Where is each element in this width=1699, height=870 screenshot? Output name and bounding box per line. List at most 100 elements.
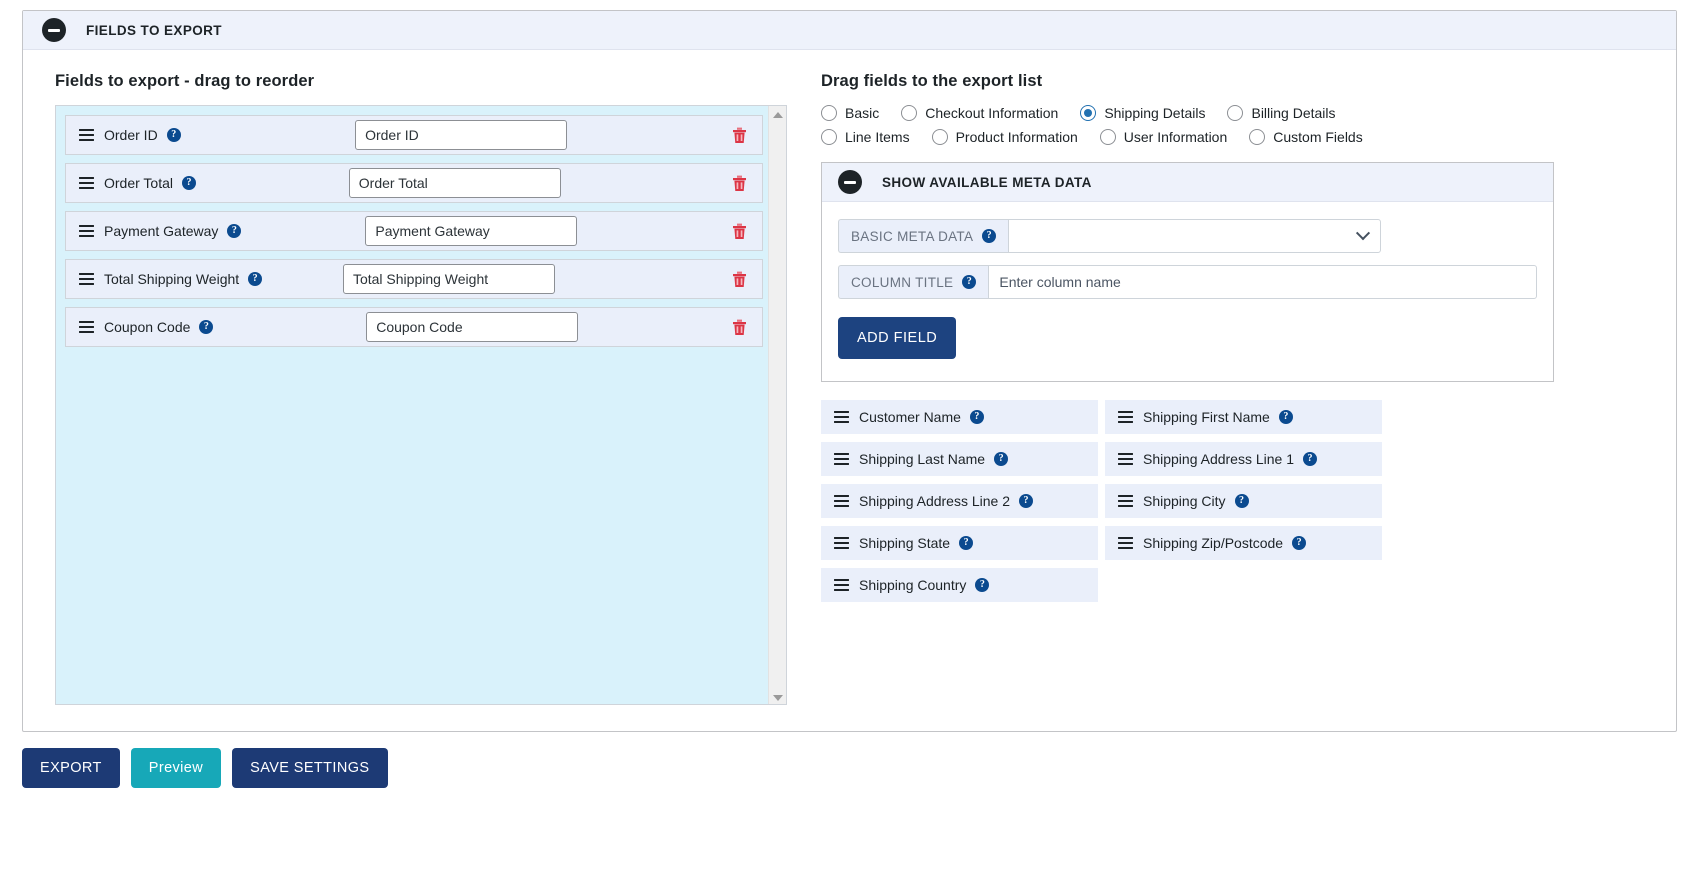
- radio-product-information[interactable]: Product Information: [931, 129, 1078, 145]
- meta-data-title: SHOW AVAILABLE META DATA: [882, 174, 1092, 190]
- minus-bar: [844, 180, 856, 184]
- scroll-down-arrow-icon[interactable]: [769, 689, 786, 704]
- available-field-chip[interactable]: Shipping Last Name?: [821, 442, 1098, 476]
- column-title-group: COLUMN TITLE ?: [838, 265, 1537, 299]
- drag-handle-icon[interactable]: [79, 177, 94, 189]
- radio-user-information[interactable]: User Information: [1099, 129, 1227, 145]
- minus-circle-icon[interactable]: [42, 18, 66, 42]
- help-icon[interactable]: ?: [959, 536, 974, 550]
- basic-meta-data-group: BASIC META DATA ?: [838, 219, 1537, 253]
- export-list-scrollbar[interactable]: [768, 106, 786, 704]
- radio-dot-icon[interactable]: [931, 129, 948, 145]
- radio-billing-details[interactable]: Billing Details: [1227, 105, 1336, 121]
- drag-handle-icon[interactable]: [834, 453, 849, 465]
- radio-line-items[interactable]: Line Items: [821, 129, 910, 145]
- export-field-row[interactable]: Total Shipping Weight?: [65, 259, 763, 299]
- export-field-row[interactable]: Payment Gateway?: [65, 211, 763, 251]
- export-field-label: Order ID: [104, 127, 158, 143]
- radio-shipping-details[interactable]: Shipping Details: [1080, 105, 1205, 121]
- available-field-label: Shipping Last Name: [859, 451, 986, 467]
- radio-dot-icon[interactable]: [1227, 105, 1244, 121]
- trash-icon[interactable]: [730, 221, 748, 241]
- help-icon[interactable]: ?: [199, 320, 214, 334]
- scroll-up-arrow-icon[interactable]: [769, 106, 786, 123]
- available-field-label: Shipping City: [1143, 493, 1226, 509]
- export-field-column-input[interactable]: [365, 216, 578, 246]
- available-field-chip[interactable]: Shipping Address Line 2?: [821, 484, 1098, 518]
- preview-button[interactable]: Preview: [130, 748, 222, 788]
- drag-handle-icon[interactable]: [834, 537, 849, 549]
- help-icon[interactable]: ?: [994, 452, 1009, 466]
- trash-icon[interactable]: [730, 125, 748, 145]
- column-title-input[interactable]: [988, 265, 1537, 299]
- radio-dot-icon[interactable]: [901, 105, 918, 121]
- export-field-column-input[interactable]: [355, 120, 568, 150]
- help-icon[interactable]: ?: [962, 275, 977, 289]
- basic-meta-data-select[interactable]: [1008, 219, 1382, 253]
- drag-handle-icon[interactable]: [834, 411, 849, 423]
- minus-circle-icon[interactable]: [838, 170, 862, 194]
- drag-handle-icon[interactable]: [79, 129, 94, 141]
- field-group-radios: Basic Checkout Information Shipping Detail…: [821, 105, 1656, 145]
- field-group-radio-row-1: Basic Checkout Information Shipping Detail…: [821, 105, 1656, 121]
- save-settings-button[interactable]: SAVE SETTINGS: [232, 748, 388, 788]
- available-field-label: Shipping Address Line 1: [1143, 451, 1294, 467]
- radio-dot-icon[interactable]: [1249, 129, 1266, 145]
- radio-basic[interactable]: Basic: [821, 105, 879, 121]
- help-icon[interactable]: ?: [1278, 410, 1293, 424]
- radio-dot-icon[interactable]: [821, 105, 837, 121]
- radio-label: Basic: [845, 105, 880, 121]
- trash-icon[interactable]: [730, 317, 748, 337]
- help-icon[interactable]: ?: [969, 410, 984, 424]
- help-icon[interactable]: ?: [1019, 494, 1033, 508]
- column-title-label: COLUMN TITLE ?: [838, 265, 989, 299]
- help-icon[interactable]: ?: [1292, 536, 1307, 550]
- available-field-label: Shipping State: [859, 535, 951, 551]
- help-icon[interactable]: ?: [982, 229, 997, 243]
- drag-handle-icon[interactable]: [1118, 411, 1133, 423]
- available-field-label: Customer Name: [859, 409, 961, 425]
- minus-bar: [48, 28, 60, 32]
- export-dropzone[interactable]: Order ID?Order Total?Payment Gateway?Tot…: [55, 105, 787, 705]
- export-field-row[interactable]: Coupon Code?: [65, 307, 763, 347]
- available-field-chip[interactable]: Shipping Zip/Postcode?: [1105, 526, 1382, 560]
- trash-icon[interactable]: [730, 269, 748, 289]
- export-field-row[interactable]: Order Total?: [65, 163, 763, 203]
- action-buttons: EXPORT Preview SAVE SETTINGS: [22, 748, 388, 788]
- radio-checkout-information[interactable]: Checkout Information: [901, 105, 1058, 121]
- drag-handle-icon[interactable]: [834, 579, 849, 591]
- scrollbar-thumb[interactable]: [770, 123, 786, 353]
- drag-handle-icon[interactable]: [1118, 495, 1133, 507]
- help-icon[interactable]: ?: [166, 128, 181, 142]
- help-icon[interactable]: ?: [975, 578, 990, 592]
- help-icon[interactable]: ?: [182, 176, 196, 190]
- drag-handle-icon[interactable]: [834, 495, 849, 507]
- help-icon[interactable]: ?: [1303, 452, 1317, 466]
- radio-custom-fields[interactable]: Custom Fields: [1249, 129, 1363, 145]
- drag-handle-icon[interactable]: [79, 225, 94, 237]
- radio-dot-icon[interactable]: [1080, 105, 1097, 121]
- export-button[interactable]: EXPORT: [22, 748, 120, 788]
- available-field-chip[interactable]: Shipping State?: [821, 526, 1098, 560]
- radio-dot-icon[interactable]: [1099, 129, 1116, 145]
- available-field-chip[interactable]: Shipping Country?: [821, 568, 1098, 602]
- help-icon[interactable]: ?: [1234, 494, 1249, 508]
- panel-header: FIELDS TO EXPORT: [23, 11, 1676, 50]
- export-field-column-input[interactable]: [366, 312, 579, 342]
- available-field-chip[interactable]: Customer Name?: [821, 400, 1098, 434]
- available-field-chip[interactable]: Shipping City?: [1105, 484, 1382, 518]
- add-field-button[interactable]: ADD FIELD: [838, 317, 957, 359]
- export-field-column-input[interactable]: [348, 168, 561, 198]
- export-field-row[interactable]: Order ID?: [65, 115, 763, 155]
- radio-dot-icon[interactable]: [821, 129, 837, 145]
- drag-handle-icon[interactable]: [1118, 453, 1133, 465]
- drag-handle-icon[interactable]: [79, 273, 94, 285]
- drag-handle-icon[interactable]: [79, 321, 94, 333]
- drag-handle-icon[interactable]: [1118, 537, 1133, 549]
- available-field-chip[interactable]: Shipping Address Line 1?: [1105, 442, 1382, 476]
- export-field-column-input[interactable]: [342, 264, 555, 294]
- trash-icon[interactable]: [730, 173, 748, 193]
- available-field-chip[interactable]: Shipping First Name?: [1105, 400, 1382, 434]
- help-icon[interactable]: ?: [248, 272, 263, 286]
- help-icon[interactable]: ?: [227, 224, 242, 238]
